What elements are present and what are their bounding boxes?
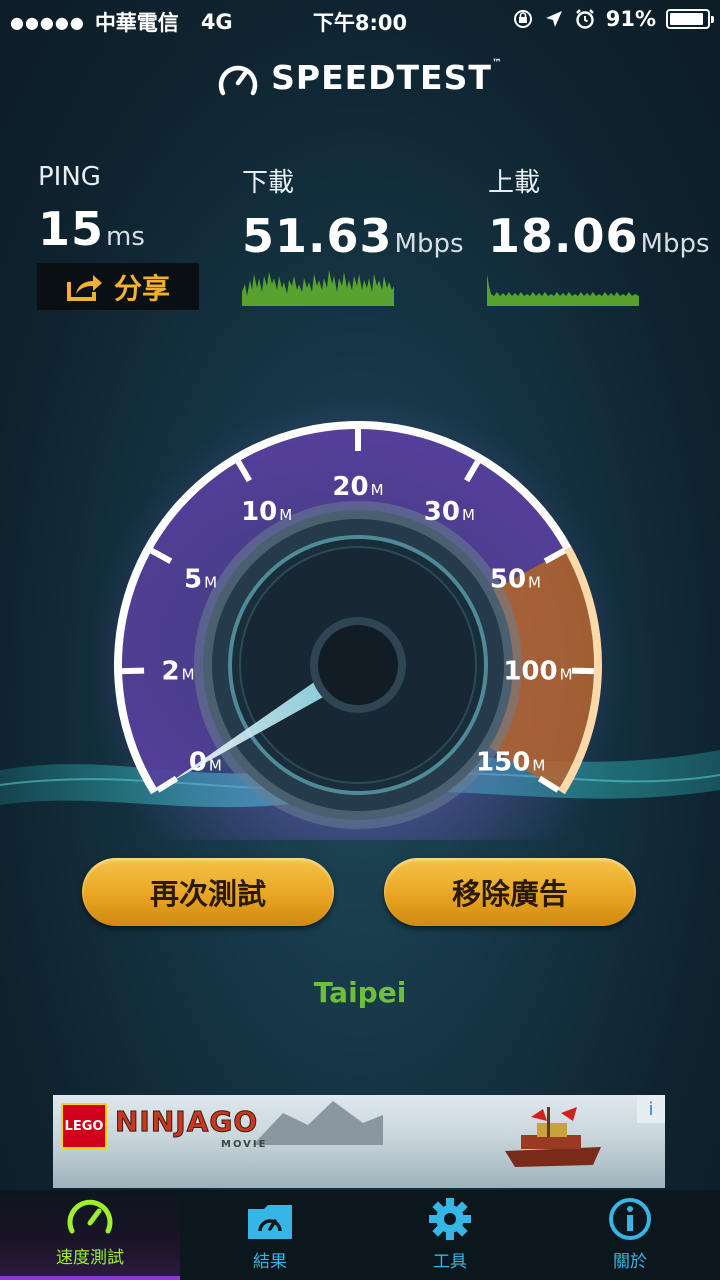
tab-label: 工具 <box>433 1252 467 1272</box>
rotation-lock-icon <box>513 10 532 28</box>
download-unit: Mbps <box>394 229 464 259</box>
location-arrow-icon <box>545 11 562 27</box>
gear-icon <box>429 1198 471 1240</box>
ping-stat: PING 15ms <box>38 162 145 256</box>
ping-unit: ms <box>106 222 145 252</box>
info-icon <box>609 1198 651 1240</box>
speed-gauge: 0 M2 M5 M10 M20 M30 M50 M100 M150 M <box>88 395 628 840</box>
ping-value: 15 <box>38 202 105 256</box>
ad-banner[interactable]: LEGO NINJAGO MOVIE i <box>53 1095 665 1188</box>
download-value: 51.63 <box>242 209 393 263</box>
ad-ship-image <box>505 1107 601 1167</box>
download-sparkline <box>242 270 394 306</box>
app-logo: SPEEDTEST™ <box>0 58 720 97</box>
tab-label: 結果 <box>253 1252 287 1272</box>
share-label: 分享 <box>113 271 170 305</box>
tab-label: 速度測試 <box>56 1248 124 1268</box>
gauge-hub <box>310 617 406 713</box>
gauge-tick <box>122 667 145 675</box>
battery-level <box>670 13 703 25</box>
ad-title: NINJAGO <box>114 1105 259 1139</box>
upload-value: 18.06 <box>488 209 639 263</box>
folder-results-icon <box>248 1205 292 1239</box>
speedometer-icon <box>67 1199 113 1234</box>
download-stat: 下載 51.63Mbps <box>242 162 464 263</box>
ad-mountain-image <box>253 1101 383 1145</box>
lego-logo: LEGO <box>61 1103 107 1149</box>
tab-bar: 速度測試 結果 工具 關於 <box>0 1190 720 1280</box>
retest-button[interactable]: 再次測試 <box>82 858 334 926</box>
upload-sparkline <box>487 274 639 306</box>
share-button[interactable]: 分享 <box>37 263 199 310</box>
app-title: SPEEDTEST™ <box>271 58 503 97</box>
download-label: 下載 <box>242 168 295 198</box>
remove-ads-button[interactable]: 移除廣告 <box>384 858 636 926</box>
ad-subtitle: MOVIE <box>221 1139 268 1150</box>
ad-info-icon[interactable]: i <box>637 1095 665 1123</box>
upload-unit: Mbps <box>640 229 710 259</box>
alarm-icon <box>575 9 594 29</box>
status-bar: ●●●●● 中華電信 4G 下午8:00 91% <box>0 0 720 40</box>
battery-icon <box>666 9 714 29</box>
share-icon <box>66 274 102 301</box>
tab-speedtest[interactable]: 速度測試 <box>0 1190 180 1280</box>
tab-label: 關於 <box>613 1252 647 1272</box>
server-location: Taipei <box>313 976 407 1009</box>
speedometer-logo-icon <box>218 65 258 95</box>
tab-results[interactable]: 結果 <box>180 1190 360 1280</box>
battery-percent: 91% <box>605 7 656 31</box>
gauge-tick <box>571 667 594 675</box>
ping-label: PING <box>38 162 101 192</box>
upload-label: 上載 <box>488 168 541 198</box>
upload-stat: 上載 18.06Mbps <box>488 162 710 263</box>
tab-tools[interactable]: 工具 <box>360 1190 540 1280</box>
tab-about[interactable]: 關於 <box>540 1190 720 1280</box>
